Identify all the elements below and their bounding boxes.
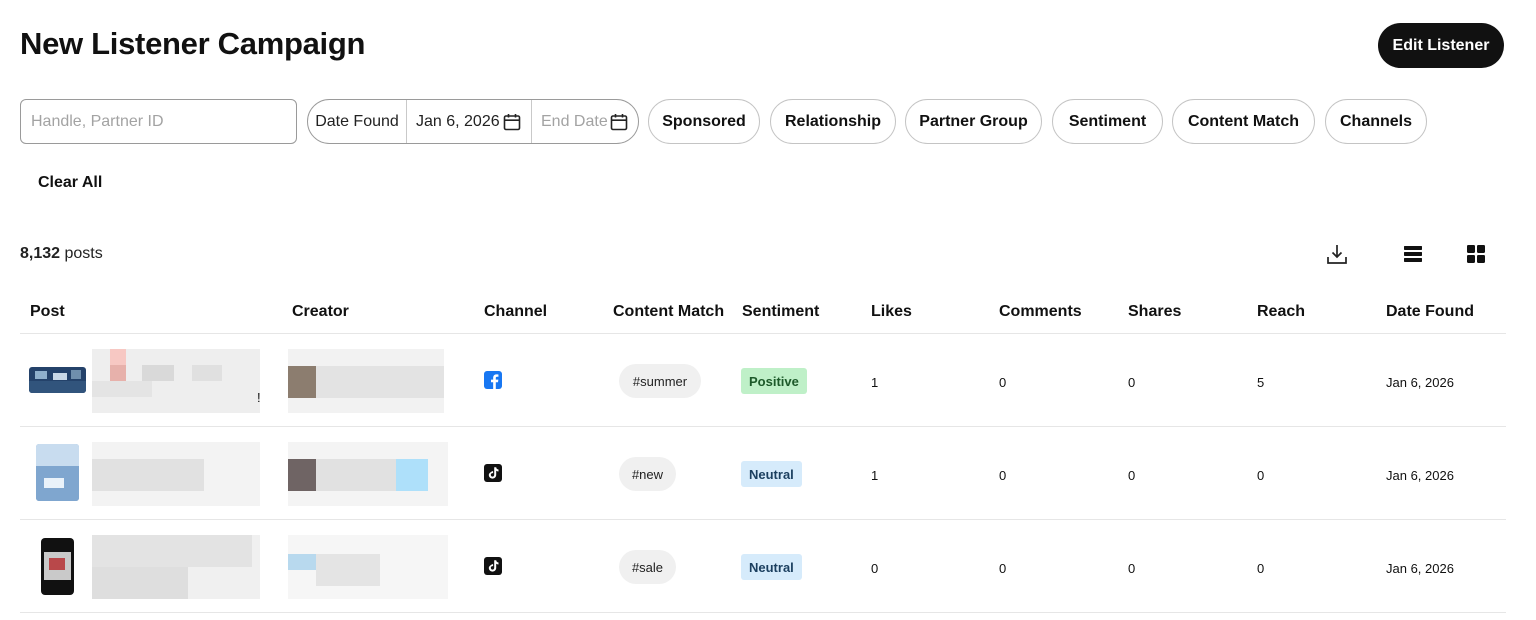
date-found-value: Jan 6, 2026 (1386, 468, 1454, 483)
likes-value: 0 (871, 561, 879, 576)
comments-value: 0 (999, 468, 1007, 483)
start-date-value: Jan 6, 2026 (416, 112, 500, 130)
likes-value: 1 (871, 468, 879, 483)
search-input[interactable]: Handle, Partner ID (20, 99, 297, 144)
post-count-suffix: posts (64, 245, 103, 262)
content-match-tag: #summer (619, 364, 701, 398)
comments-value: 0 (999, 561, 1007, 576)
creator-redacted[interactable] (288, 442, 448, 506)
post-count: 8,132 posts (20, 245, 103, 263)
calendar-icon[interactable] (610, 113, 628, 131)
sentiment-filter[interactable]: Sentiment (1052, 99, 1163, 144)
clear-all-button[interactable]: Clear All (38, 174, 102, 192)
sentiment-badge: Neutral (741, 554, 802, 580)
start-date-field[interactable]: Jan 6, 2026 (407, 100, 532, 143)
likes-value: 1 (871, 375, 879, 390)
post-thumbnail[interactable] (36, 444, 79, 501)
channels-filter[interactable]: Channels (1325, 99, 1427, 144)
column-reach[interactable]: Reach (1257, 303, 1305, 321)
date-range-filter: Date Found Jan 6, 2026 End Date (307, 99, 639, 144)
table-header: Post Creator Channel Content Match Senti… (20, 290, 1506, 334)
content-match-tag: #sale (619, 550, 676, 584)
column-shares[interactable]: Shares (1128, 303, 1181, 321)
table-row[interactable]: #sale Neutral 0 0 0 0 Jan 6, 2026 (20, 520, 1506, 613)
grid-view-icon[interactable] (1464, 242, 1488, 266)
shares-value: 0 (1128, 468, 1136, 483)
post-count-number: 8,132 (20, 245, 61, 262)
sponsored-filter[interactable]: Sponsored (648, 99, 760, 144)
column-likes[interactable]: Likes (871, 303, 912, 321)
list-view-icon[interactable] (1401, 242, 1425, 266)
calendar-icon[interactable] (503, 113, 521, 131)
table-row[interactable]: #new Neutral 1 0 0 0 Jan 6, 2026 (20, 427, 1506, 520)
table-row[interactable]: ! #summer Positive 1 0 0 5 Jan 6, 2026 (20, 334, 1506, 427)
column-sentiment[interactable]: Sentiment (742, 303, 819, 321)
post-caption-redacted (92, 535, 260, 599)
comments-value: 0 (999, 375, 1007, 390)
reach-value: 0 (1257, 561, 1265, 576)
reach-value: 5 (1257, 375, 1265, 390)
post-caption-tail: ! (257, 390, 261, 405)
creator-redacted[interactable] (288, 349, 444, 413)
date-found-value: Jan 6, 2026 (1386, 375, 1454, 390)
reach-value: 0 (1257, 468, 1265, 483)
sentiment-badge: Neutral (741, 461, 802, 487)
column-content-match[interactable]: Content Match (613, 303, 724, 321)
facebook-icon[interactable] (484, 371, 502, 389)
sentiment-badge: Positive (741, 368, 807, 394)
post-thumbnail[interactable] (41, 538, 74, 595)
date-found-label[interactable]: Date Found (308, 100, 407, 143)
column-post[interactable]: Post (30, 303, 65, 321)
content-match-filter[interactable]: Content Match (1172, 99, 1315, 144)
post-caption-redacted (92, 349, 260, 413)
shares-value: 0 (1128, 375, 1136, 390)
column-comments[interactable]: Comments (999, 303, 1082, 321)
creator-redacted[interactable] (288, 535, 448, 599)
column-creator[interactable]: Creator (292, 303, 349, 321)
column-date-found[interactable]: Date Found (1386, 303, 1474, 321)
relationship-filter[interactable]: Relationship (770, 99, 896, 144)
edit-listener-button[interactable]: Edit Listener (1378, 23, 1504, 68)
end-date-field[interactable]: End Date (532, 100, 638, 143)
column-channel[interactable]: Channel (484, 303, 547, 321)
page-title: New Listener Campaign (20, 26, 366, 61)
partner-group-filter[interactable]: Partner Group (905, 99, 1042, 144)
tiktok-icon[interactable] (484, 464, 502, 482)
post-caption-redacted (92, 442, 260, 506)
tiktok-icon[interactable] (484, 557, 502, 575)
date-found-value: Jan 6, 2026 (1386, 561, 1454, 576)
shares-value: 0 (1128, 561, 1136, 576)
content-match-tag: #new (619, 457, 676, 491)
posts-table: Post Creator Channel Content Match Senti… (20, 290, 1506, 613)
post-thumbnail[interactable] (29, 367, 86, 393)
end-date-placeholder: End Date (541, 112, 608, 130)
download-icon[interactable] (1325, 242, 1349, 266)
